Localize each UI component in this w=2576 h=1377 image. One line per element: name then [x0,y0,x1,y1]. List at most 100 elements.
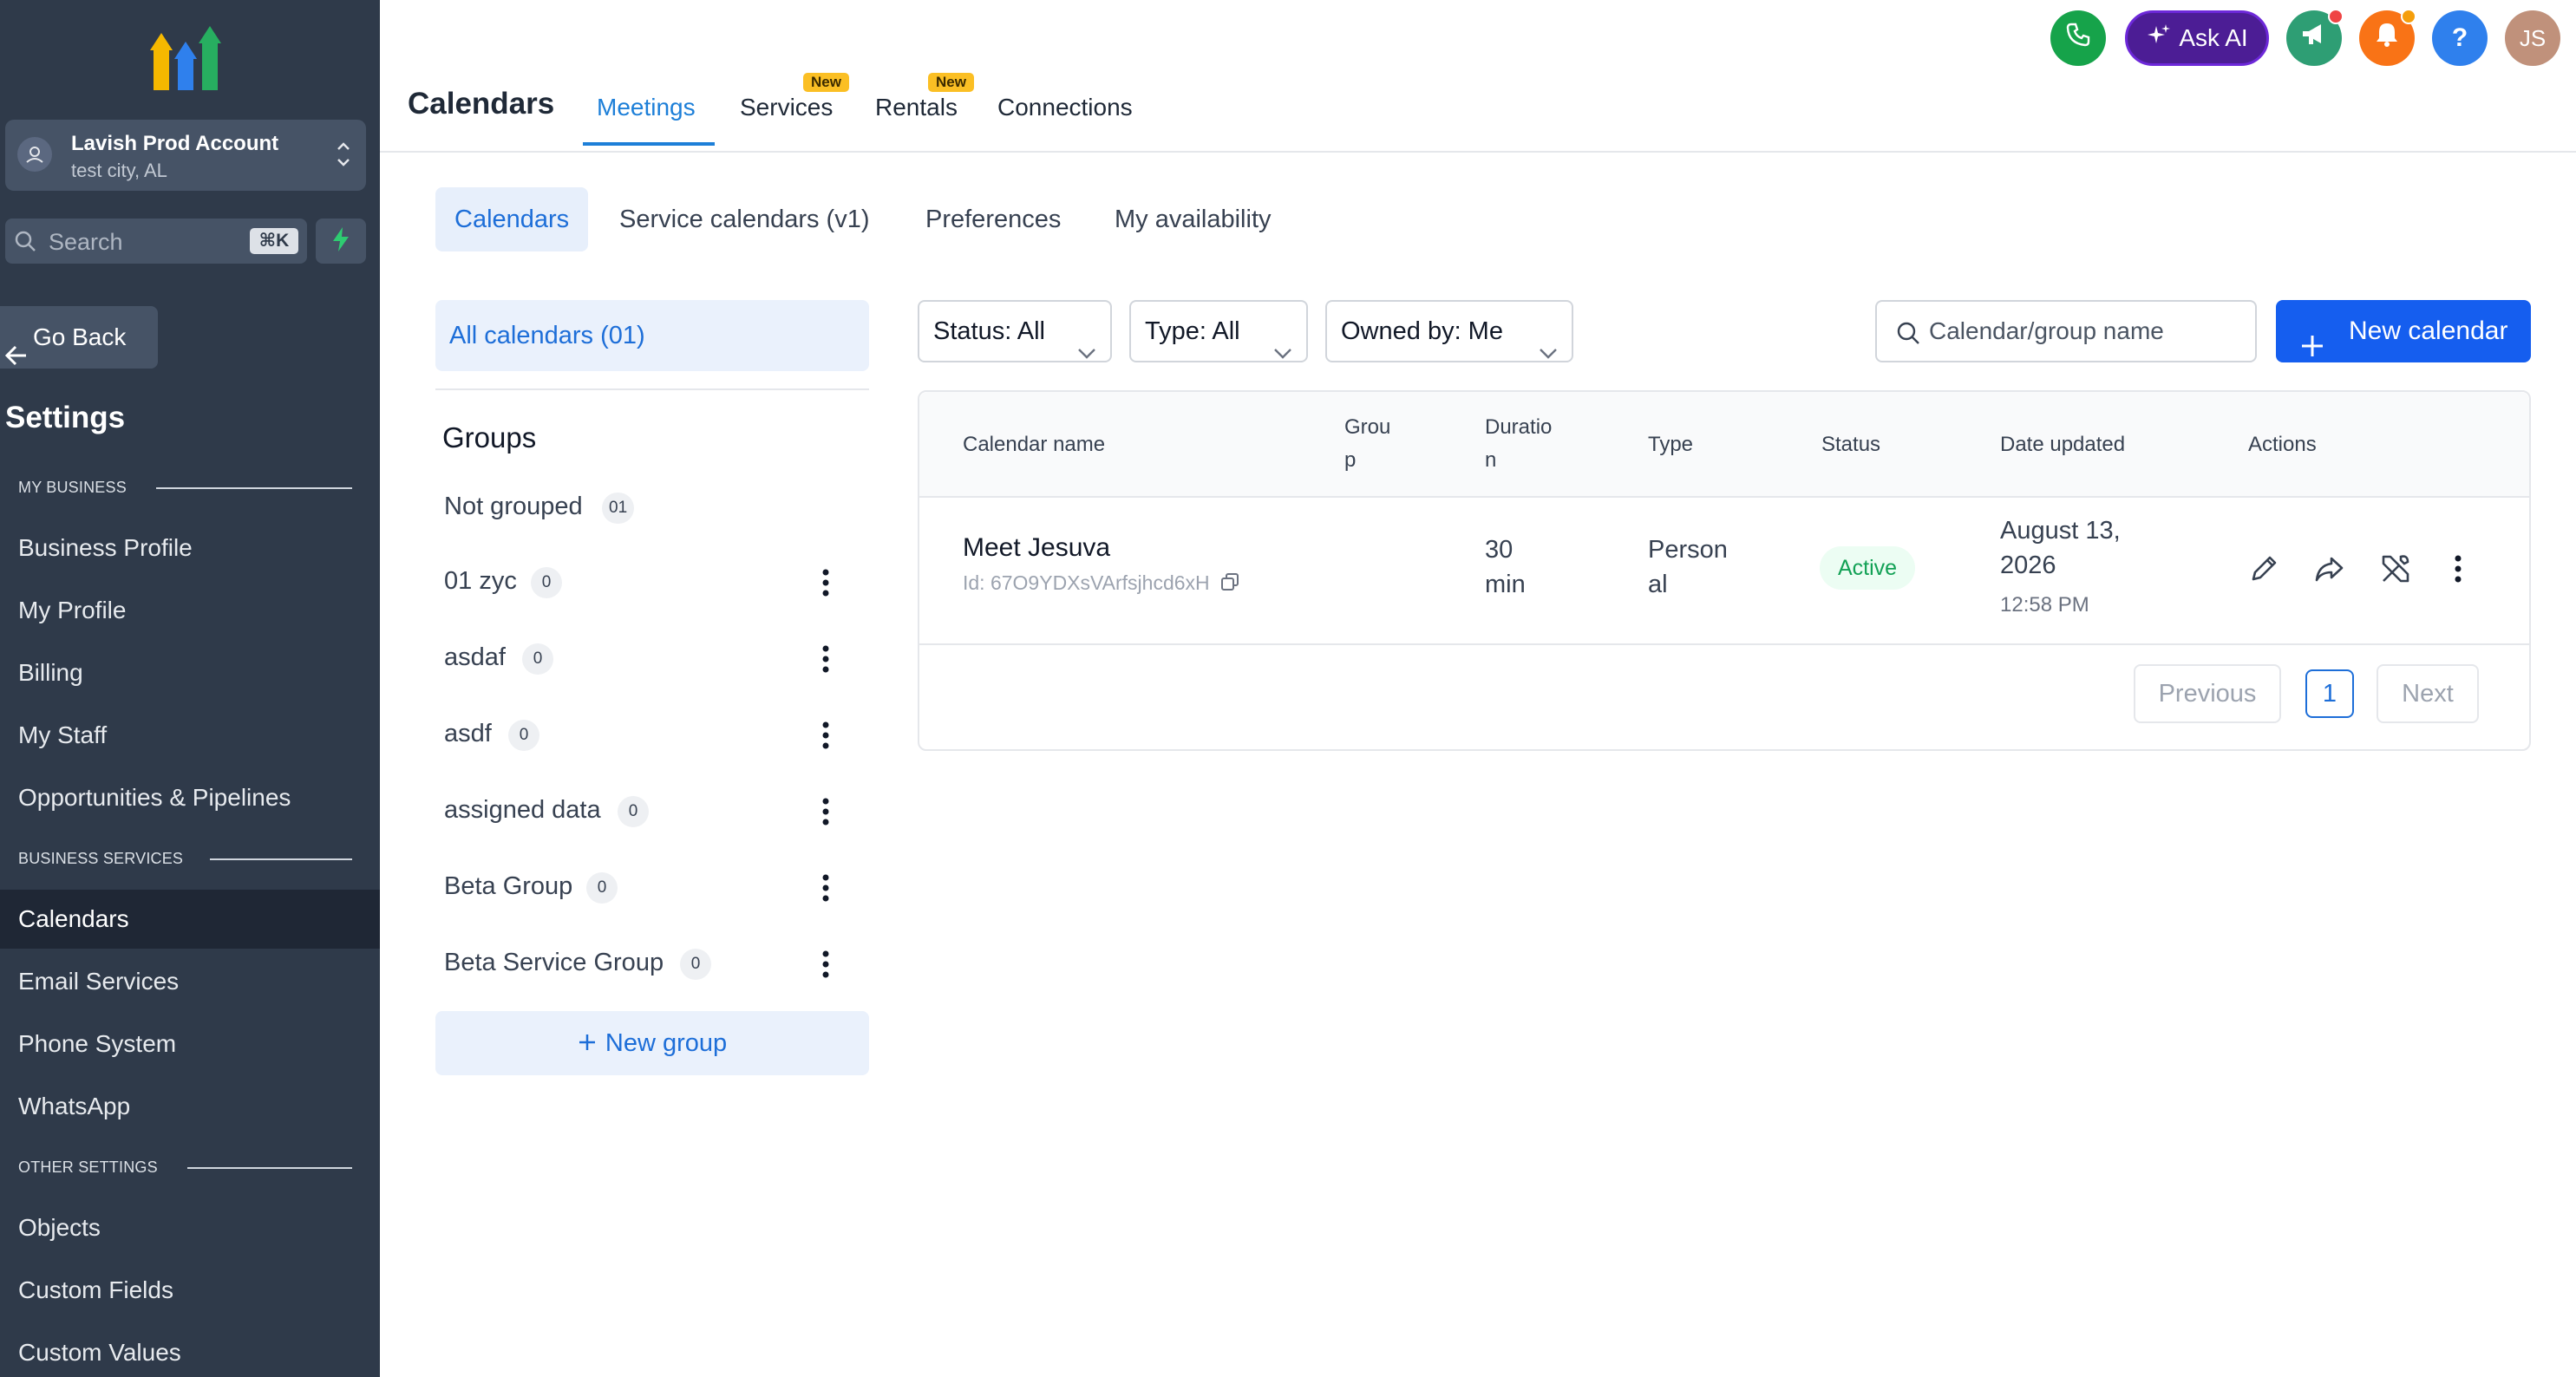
status-filter[interactable]: Status: All [918,300,1112,362]
notification-dot [2328,9,2344,24]
group-name: 01 zyc [444,567,517,595]
location-icon [17,137,52,172]
edit-icon[interactable] [2245,550,2283,588]
sidebar-item-business-profile[interactable]: Business Profile [0,519,380,578]
group-name: Not grouped [444,493,583,520]
more-vertical-icon[interactable] [2439,550,2477,588]
column-header-group-line2: p [1344,448,1357,472]
table-row[interactable]: Meet Jesuva Id: 67O9YDXsVArfsjhcd6xH 30 … [919,498,2529,645]
new-calendar-button[interactable]: New calendar [2276,300,2531,362]
go-back-button[interactable]: Go Back [0,306,158,369]
group-row-not-grouped[interactable]: Not grouped 01 [444,487,834,531]
table-header: Calendar name Grou p Duratio n Type Stat… [919,392,2529,498]
more-vertical-icon[interactable] [808,793,843,831]
calendar-search-input[interactable] [1929,314,2241,349]
search-shortcut: ⌘K [250,228,298,254]
previous-page-button[interactable]: Previous [2134,664,2281,723]
all-calendars-item[interactable]: All calendars (01) [435,300,869,371]
tools-icon[interactable] [2377,550,2415,588]
sidebar-item-my-staff[interactable]: My Staff [0,706,380,765]
tab-meetings[interactable]: Meetings [597,94,696,121]
chevron-down-icon [1273,323,1292,382]
type-filter-label: Type: All [1145,317,1240,345]
sidebar-item-custom-values[interactable]: Custom Values [0,1323,380,1377]
user-avatar[interactable]: JS [2505,10,2560,66]
plus-icon [578,1012,597,1076]
top-bar: Calendars Meetings New Services New Rent… [380,0,2576,153]
new-group-button[interactable]: New group [435,1011,869,1075]
group-count-badge: 0 [586,872,618,904]
help-button[interactable]: ? [2432,10,2488,66]
group-name: asdaf [444,643,506,671]
group-count-badge: 01 [602,493,635,524]
search-icon [1896,321,1920,349]
share-icon[interactable] [2311,550,2349,588]
column-header-actions: Actions [2248,433,2317,456]
new-group-label: New group [605,1029,728,1057]
more-vertical-icon[interactable] [808,945,843,983]
group-row-asdaf[interactable]: asdaf 0 [444,638,834,682]
sidebar-item-whatsapp[interactable]: WhatsApp [0,1077,380,1136]
group-name: asdf [444,720,492,747]
sidebar: Lavish Prod Account test city, AL Search… [0,0,380,1377]
section-heading-my-business: MY BUSINESS [18,479,127,496]
column-header-calendar-name[interactable]: Calendar name [963,428,1105,461]
arrow-left-icon [4,327,28,389]
sidebar-item-calendars[interactable]: Calendars [0,890,380,949]
subtab-calendars[interactable]: Calendars [435,187,589,251]
subtab-my-availability[interactable]: My availability [1115,187,1272,251]
bell-icon [2374,21,2400,55]
sidebar-item-email-services[interactable]: Email Services [0,952,380,1011]
subtab-preferences[interactable]: Preferences [925,187,1061,251]
group-row-01-zyc[interactable]: 01 zyc 0 [444,562,834,605]
tab-rentals[interactable]: Rentals [875,94,958,121]
subtab-service-calendars-v1[interactable]: Service calendars (v1) [619,187,870,251]
section-heading-business-services: BUSINESS SERVICES [18,850,184,867]
account-location: test city, AL [71,160,167,181]
group-row-asdf[interactable]: asdf 0 [444,715,834,758]
sidebar-item-my-profile[interactable]: My Profile [0,581,380,640]
ask-ai-button[interactable]: Ask AI [2125,10,2269,66]
sidebar-search[interactable]: Search ⌘K [5,219,307,264]
ask-ai-label: Ask AI [2179,24,2248,51]
sidebar-item-phone-system[interactable]: Phone System [0,1015,380,1074]
column-header-duration-line1: Duratio [1485,415,1553,439]
phone-button[interactable] [2050,10,2106,66]
date-updated-time: 12:58 PM [2000,593,2089,617]
calendar-search-field[interactable] [1875,300,2257,362]
page-1-button[interactable]: 1 [2305,669,2354,718]
type-filter[interactable]: Type: All [1129,300,1308,362]
divider [435,388,869,390]
tab-services[interactable]: Services [740,94,833,121]
plus-icon [2300,319,2324,382]
sidebar-item-custom-fields[interactable]: Custom Fields [0,1261,380,1320]
next-page-button[interactable]: Next [2377,664,2479,723]
groups-heading: Groups [442,421,537,454]
calendar-name[interactable]: Meet Jesuva [963,531,1110,565]
more-vertical-icon[interactable] [808,869,843,907]
copy-icon[interactable] [1220,567,1239,602]
more-vertical-icon[interactable] [808,640,843,678]
help-icon: ? [2451,23,2468,52]
column-header-type: Type [1648,433,1694,456]
sidebar-item-billing[interactable]: Billing [0,643,380,702]
type-value-line1: Person [1648,536,1728,564]
account-switcher[interactable]: Lavish Prod Account test city, AL [5,120,366,191]
group-row-assigned-data[interactable]: assigned data 0 [444,791,834,834]
column-header-group-line1: Grou [1344,415,1391,439]
status-badge: Active [1820,546,1915,590]
group-row-beta-group[interactable]: Beta Group 0 [444,867,834,910]
more-vertical-icon[interactable] [808,564,843,602]
sidebar-item-opportunities-pipelines[interactable]: Opportunities & Pipelines [0,768,380,827]
duration-unit: min [1485,571,1526,598]
more-vertical-icon[interactable] [808,716,843,754]
quick-actions-button[interactable] [316,219,366,264]
sidebar-item-objects[interactable]: Objects [0,1198,380,1257]
section-divider [210,858,352,860]
lightning-icon [331,226,350,256]
owned-by-filter[interactable]: Owned by: Me [1325,300,1573,362]
tab-connections[interactable]: Connections [997,94,1133,121]
group-row-beta-service-group[interactable]: Beta Service Group 0 [444,943,834,987]
type-value-line2: al [1648,571,1668,598]
column-header-date-updated[interactable]: Date updated [2000,428,2125,461]
